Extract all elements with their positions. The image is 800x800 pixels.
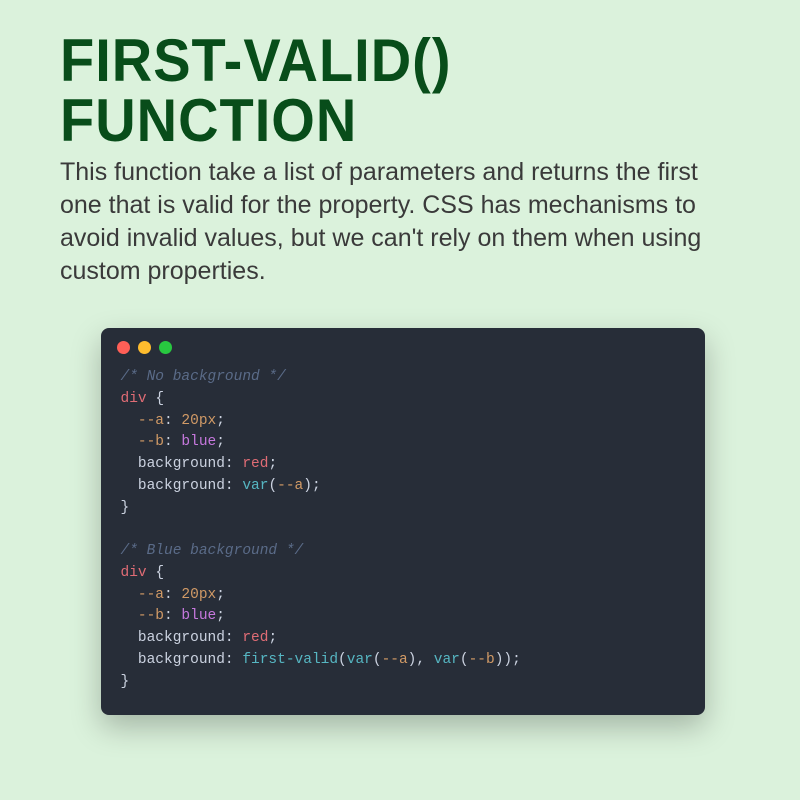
code-brace: } bbox=[121, 500, 130, 516]
code-colon: : bbox=[225, 630, 234, 646]
code-custom-prop: --b bbox=[138, 608, 164, 624]
code-paren: ( bbox=[338, 652, 347, 668]
code-brace: { bbox=[155, 391, 164, 407]
code-colon: : bbox=[164, 608, 173, 624]
code-body: /* No background */ div { --a: 20px; --b… bbox=[101, 361, 705, 715]
code-value: red bbox=[242, 456, 268, 472]
code-brace: { bbox=[155, 565, 164, 581]
code-semicolon: ; bbox=[216, 413, 225, 429]
window-titlebar bbox=[101, 328, 705, 361]
code-custom-prop: --a bbox=[138, 413, 164, 429]
close-icon bbox=[117, 341, 130, 354]
code-var: --b bbox=[469, 652, 495, 668]
code-func: first-valid bbox=[242, 652, 338, 668]
code-prop: background bbox=[138, 630, 225, 646]
code-comment: /* No background */ bbox=[121, 369, 286, 385]
code-var: --a bbox=[277, 478, 303, 494]
code-colon: : bbox=[164, 434, 173, 450]
code-paren: ) bbox=[503, 652, 512, 668]
code-colon: : bbox=[225, 652, 234, 668]
code-custom-prop: --b bbox=[138, 434, 164, 450]
code-colon: : bbox=[225, 456, 234, 472]
code-colon: : bbox=[164, 413, 173, 429]
code-semicolon: ; bbox=[512, 652, 521, 668]
maximize-icon bbox=[159, 341, 172, 354]
code-prop: background bbox=[138, 456, 225, 472]
code-semicolon: ; bbox=[216, 608, 225, 624]
code-semicolon: ; bbox=[312, 478, 321, 494]
code-value: 20px bbox=[181, 587, 216, 603]
code-func: var bbox=[434, 652, 460, 668]
code-semicolon: ; bbox=[216, 587, 225, 603]
code-custom-prop: --a bbox=[138, 587, 164, 603]
code-window: /* No background */ div { --a: 20px; --b… bbox=[101, 328, 705, 715]
code-func: var bbox=[347, 652, 373, 668]
code-colon: : bbox=[225, 478, 234, 494]
code-paren: ) bbox=[303, 478, 312, 494]
code-paren: ( bbox=[460, 652, 469, 668]
code-value: red bbox=[242, 630, 268, 646]
code-value: blue bbox=[181, 434, 216, 450]
code-var: --a bbox=[382, 652, 408, 668]
code-paren: ( bbox=[268, 478, 277, 494]
code-value: 20px bbox=[181, 413, 216, 429]
code-prop: background bbox=[138, 478, 225, 494]
page-description: This function take a list of parameters … bbox=[60, 156, 745, 288]
code-semicolon: ; bbox=[268, 456, 277, 472]
code-selector: div bbox=[121, 391, 147, 407]
code-paren: ( bbox=[373, 652, 382, 668]
code-semicolon: ; bbox=[268, 630, 277, 646]
code-prop: background bbox=[138, 652, 225, 668]
code-value: blue bbox=[181, 608, 216, 624]
code-comma: , bbox=[416, 652, 433, 668]
code-comment: /* Blue background */ bbox=[121, 543, 304, 559]
code-semicolon: ; bbox=[216, 434, 225, 450]
code-func: var bbox=[242, 478, 268, 494]
code-selector: div bbox=[121, 565, 147, 581]
minimize-icon bbox=[138, 341, 151, 354]
code-brace: } bbox=[121, 674, 130, 690]
page-title: FIRST-VALID() FUNCTION bbox=[60, 30, 745, 151]
code-colon: : bbox=[164, 587, 173, 603]
